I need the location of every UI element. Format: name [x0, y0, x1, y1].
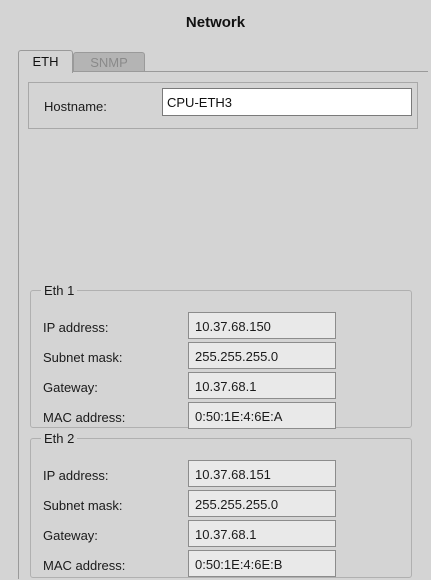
eth2-subnet-row: Subnet mask: 255.255.255.0: [43, 490, 403, 520]
eth2-gateway-row: Gateway: 10.37.68.1: [43, 520, 403, 550]
page-title: Network: [185, 14, 246, 31]
eth1-legend: Eth 1: [44, 283, 75, 298]
eth2-mac-label: MAC address:: [43, 558, 126, 573]
eth2-ip-row: IP address: 10.37.68.151: [43, 460, 403, 490]
eth1-mac-row: MAC address: 0:50:1E:4:6E:A: [43, 402, 403, 432]
eth1-group: Eth 1 IP address: 10.37.68.150 Subnet ma…: [30, 283, 412, 429]
eth2-gateway-value: 10.37.68.1: [188, 520, 336, 547]
hostname-label: Hostname:: [44, 99, 107, 114]
tab-snmp[interactable]: SNMP: [73, 52, 145, 72]
eth2-subnet-label: Subnet mask:: [43, 498, 123, 513]
eth1-ip-label: IP address:: [43, 320, 109, 335]
eth1-subnet-label: Subnet mask:: [43, 350, 123, 365]
eth2-ip-value: 10.37.68.151: [188, 460, 336, 487]
hostname-section: Hostname:: [28, 82, 418, 129]
eth1-gateway-value: 10.37.68.1: [188, 372, 336, 399]
eth1-mac-label: MAC address:: [43, 410, 126, 425]
eth2-mac-value: 0:50:1E:4:6E:B: [188, 550, 336, 577]
tab-eth[interactable]: ETH: [18, 50, 73, 73]
tab-bar: ETH SNMP: [0, 50, 431, 73]
eth1-subnet-value: 255.255.255.0: [188, 342, 336, 369]
eth2-mac-row: MAC address: 0:50:1E:4:6E:B: [43, 550, 403, 580]
eth2-group: Eth 2 IP address: 10.37.68.151 Subnet ma…: [30, 431, 412, 578]
eth2-subnet-value: 255.255.255.0: [188, 490, 336, 517]
eth2-ip-label: IP address:: [43, 468, 109, 483]
eth1-ip-value: 10.37.68.150: [188, 312, 336, 339]
eth1-gateway-row: Gateway: 10.37.68.1: [43, 372, 403, 402]
eth1-subnet-row: Subnet mask: 255.255.255.0: [43, 342, 403, 372]
eth2-gateway-label: Gateway:: [43, 528, 98, 543]
eth1-mac-value: 0:50:1E:4:6E:A: [188, 402, 336, 429]
hostname-input[interactable]: [162, 88, 412, 116]
eth1-gateway-label: Gateway:: [43, 380, 98, 395]
eth1-ip-row: IP address: 10.37.68.150: [43, 312, 403, 342]
eth2-legend: Eth 2: [44, 431, 75, 446]
